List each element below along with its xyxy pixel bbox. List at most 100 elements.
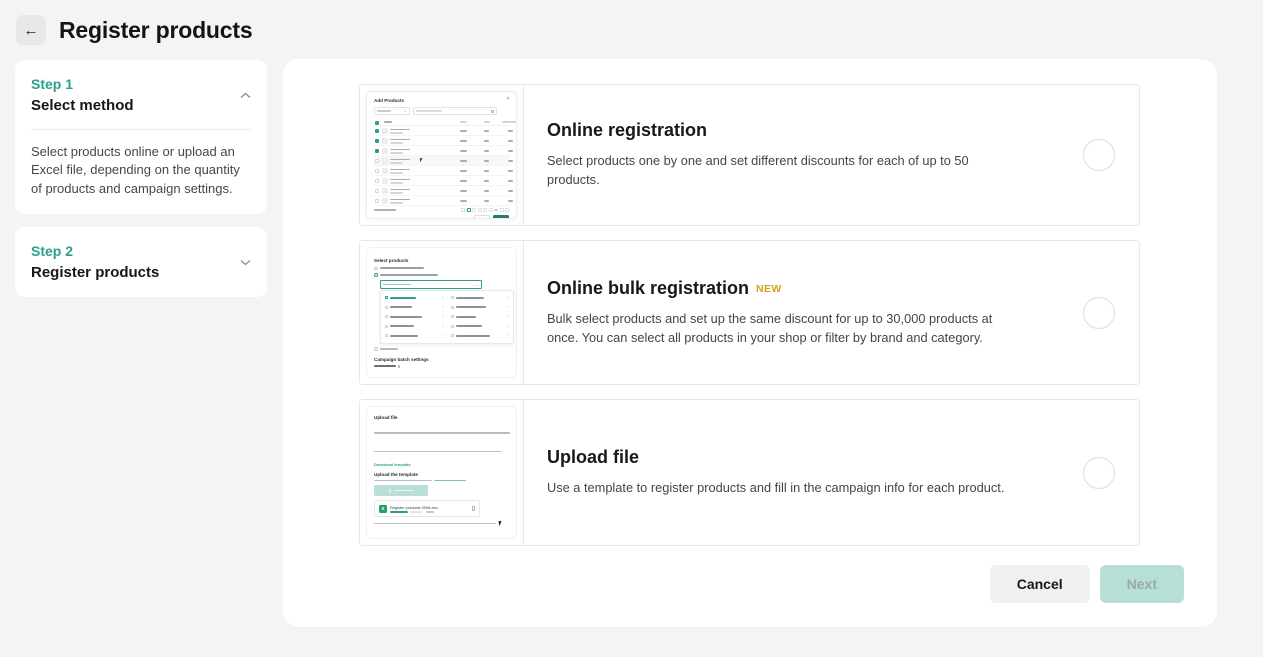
option-body: Online registration Select products one … [524, 85, 1139, 225]
category-option: › [451, 312, 510, 322]
chevron-right-icon: › [508, 334, 510, 339]
text-bar [484, 180, 489, 182]
text-bar [508, 190, 513, 192]
new-badge: NEW [756, 283, 782, 295]
checkbox [451, 334, 454, 337]
product-image [382, 148, 388, 154]
text-bar [377, 110, 391, 112]
text-bar [460, 170, 467, 172]
step-1-card: Step 1 Select method Select products onl… [15, 60, 267, 214]
option-card-online-registration[interactable]: Add Products ✕ ⌄ [359, 84, 1140, 226]
table-row-hover [374, 156, 509, 166]
text-bar [390, 202, 403, 204]
checkbox [451, 315, 454, 318]
option-card-upload-file[interactable]: Upload file Download template Upload the… [359, 399, 1140, 546]
radio-unselected [374, 347, 378, 351]
checkbox-unchecked [375, 169, 379, 173]
text-bar [380, 267, 424, 269]
chevron-down-icon: ⌄ [404, 109, 407, 113]
chevron-up-icon[interactable] [240, 92, 251, 99]
text-bar [460, 150, 467, 152]
table-row [374, 126, 509, 136]
text-bar [374, 432, 510, 434]
chevron-right-icon: › [442, 305, 444, 310]
agreement-line [374, 480, 509, 482]
text-bar [390, 162, 403, 164]
option-description: Select products one by one and set diffe… [547, 152, 1021, 189]
preview-title: Upload file [374, 415, 509, 420]
select-products-form-preview: Select products ⌄ › › › › › › › [366, 247, 517, 378]
chevron-down-icon[interactable] [240, 259, 251, 266]
importing-note [374, 521, 509, 526]
option-body: Upload file Use a template to register p… [524, 400, 1139, 545]
option-title-upload-file: Upload file [547, 447, 1059, 468]
radio-unselected [374, 267, 378, 271]
text-bar [460, 130, 467, 132]
text-bar [484, 190, 489, 192]
chevron-down-icon: ⌄ [476, 283, 479, 287]
step-2-label: Step 2 [31, 243, 159, 259]
text-bar [390, 132, 403, 134]
checkbox-unchecked [375, 189, 379, 193]
text-bar [508, 150, 513, 152]
category-option: › [451, 293, 510, 303]
option-description: Bulk select products and set up the same… [547, 310, 1021, 347]
method-options: Add Products ✕ ⌄ [359, 84, 1140, 560]
back-button[interactable]: ← [16, 15, 46, 45]
step-1-title: Select method [31, 97, 134, 114]
add-products-modal-preview: Add Products ✕ ⌄ [366, 91, 517, 219]
chevron-right-icon: › [508, 296, 510, 301]
text-bar [374, 451, 502, 453]
step-1-description: Select products online or upload an Exce… [31, 143, 251, 198]
table-row [374, 166, 509, 176]
text-bar [484, 160, 489, 162]
text-bar [384, 121, 392, 123]
search-input [413, 107, 497, 115]
mini-cancel-button [474, 215, 490, 219]
text-bar [484, 140, 489, 142]
product-image [382, 178, 388, 184]
checkbox [385, 296, 388, 299]
text-bar [484, 121, 490, 123]
info-icon [398, 365, 401, 368]
radio-upload-file[interactable] [1083, 457, 1115, 489]
next-button[interactable]: Next [1100, 565, 1184, 603]
text-bar [460, 200, 467, 202]
radio-option-row [374, 272, 509, 279]
category-option: › [385, 293, 444, 303]
search-icon [491, 110, 494, 113]
checkbox-checked [375, 129, 379, 133]
table-row [374, 176, 509, 186]
chevron-right-icon: › [442, 324, 444, 329]
chevron-right-icon: › [508, 315, 510, 320]
radio-online-bulk-registration[interactable] [1083, 297, 1115, 329]
text-bar [456, 306, 486, 308]
table-row [374, 186, 509, 196]
mini-upload-button [374, 485, 428, 496]
text-bar [456, 325, 482, 327]
text-bar [374, 523, 496, 525]
step-2-card: Step 2 Register products [15, 227, 267, 297]
step-2-header[interactable]: Step 2 Register products [31, 243, 251, 281]
page-prev [461, 208, 465, 212]
preview-actions [374, 215, 509, 219]
page-current [467, 208, 471, 212]
text-bar [508, 130, 513, 132]
close-icon: ✕ [506, 96, 510, 102]
steps-sidebar: Step 1 Select method Select products onl… [15, 60, 267, 310]
product-image [382, 168, 388, 174]
link-bar [434, 480, 466, 482]
page-box [472, 208, 476, 212]
cancel-button[interactable]: Cancel [990, 565, 1090, 603]
checkbox [451, 296, 454, 299]
page-box [489, 208, 493, 212]
radio-online-registration[interactable] [1083, 139, 1115, 171]
text-bar [460, 160, 467, 162]
step-1-header[interactable]: Step 1 Select method [31, 76, 251, 114]
text-bar [502, 121, 517, 123]
text-bar [390, 179, 410, 181]
option-card-online-bulk-registration[interactable]: Select products ⌄ › › › › › › › [359, 240, 1140, 385]
table-row [374, 136, 509, 146]
product-image [382, 188, 388, 194]
text-bar [390, 316, 422, 318]
